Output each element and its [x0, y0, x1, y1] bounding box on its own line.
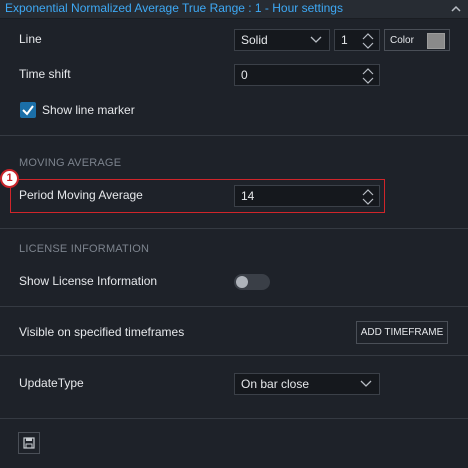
time-shift-stepper[interactable]: 0: [234, 64, 380, 86]
visible-timeframes-label: Visible on specified timeframes: [19, 325, 185, 339]
stepper-arrows[interactable]: [361, 188, 375, 206]
show-license-label: Show License Information: [19, 274, 158, 288]
color-swatch: [427, 33, 445, 49]
show-line-marker-checkbox[interactable]: [20, 102, 36, 118]
time-shift-value: 0: [241, 68, 248, 82]
color-button-label: Color: [390, 35, 414, 46]
show-line-marker-label: Show line marker: [42, 103, 135, 117]
show-license-toggle[interactable]: [234, 274, 270, 290]
chevron-down-icon[interactable]: [361, 42, 375, 50]
stepper-arrows[interactable]: [361, 32, 375, 50]
update-type-label: UpdateType: [19, 376, 84, 390]
period-moving-average-stepper[interactable]: 14: [234, 185, 380, 207]
line-width-stepper[interactable]: 1: [334, 29, 380, 51]
chevron-up-icon[interactable]: [361, 32, 375, 40]
collapse-chevron-icon[interactable]: [450, 3, 462, 15]
line-style-dropdown[interactable]: Solid: [234, 29, 330, 51]
divider: [0, 306, 468, 307]
line-color-button[interactable]: Color: [384, 29, 450, 51]
title-bar: Exponential Normalized Average True Rang…: [0, 0, 468, 19]
update-type-value: On bar close: [241, 377, 310, 391]
time-shift-label: Time shift: [19, 67, 71, 81]
divider: [0, 228, 468, 229]
chevron-up-icon[interactable]: [361, 188, 375, 196]
callout-badge: 1: [0, 169, 19, 188]
chevron-down-icon[interactable]: [361, 198, 375, 206]
save-icon: [23, 437, 35, 449]
add-timeframe-button[interactable]: ADD TIMEFRAME: [356, 321, 448, 344]
chevron-down-icon: [360, 380, 372, 387]
save-button[interactable]: [18, 432, 40, 454]
line-style-value: Solid: [241, 33, 268, 47]
stepper-arrows[interactable]: [361, 67, 375, 85]
line-width-value: 1: [341, 33, 348, 47]
checkmark-icon: [22, 105, 34, 116]
divider: [0, 135, 468, 136]
period-moving-average-label: Period Moving Average: [19, 188, 143, 202]
divider: [0, 355, 468, 356]
divider: [0, 418, 468, 419]
toggle-knob: [236, 276, 248, 288]
chevron-down-icon[interactable]: [361, 77, 375, 85]
chevron-up-icon[interactable]: [361, 67, 375, 75]
line-label: Line: [19, 32, 42, 46]
chevron-down-icon: [310, 36, 322, 43]
window-title: Exponential Normalized Average True Rang…: [5, 1, 343, 15]
update-type-dropdown[interactable]: On bar close: [234, 373, 380, 395]
license-section-title: LICENSE INFORMATION: [19, 243, 150, 255]
moving-average-section-title: MOVING AVERAGE: [19, 157, 122, 169]
period-value: 14: [241, 189, 255, 203]
